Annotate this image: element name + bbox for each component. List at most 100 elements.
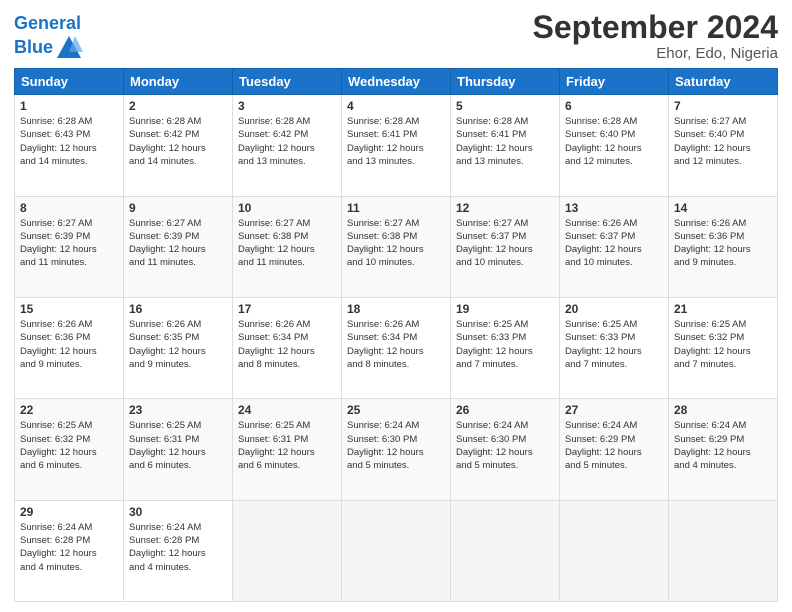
- cell-info: Sunrise: 6:24 AM Sunset: 6:30 PM Dayligh…: [347, 419, 445, 472]
- table-row: 22 Sunrise: 6:25 AM Sunset: 6:32 PM Dayl…: [15, 399, 124, 500]
- page-subtitle: Ehor, Edo, Nigeria: [533, 45, 778, 62]
- cell-info: Sunrise: 6:24 AM Sunset: 6:29 PM Dayligh…: [565, 419, 663, 472]
- table-row: 24 Sunrise: 6:25 AM Sunset: 6:31 PM Dayl…: [233, 399, 342, 500]
- cell-info: Sunrise: 6:24 AM Sunset: 6:28 PM Dayligh…: [20, 521, 118, 574]
- cell-info: Sunrise: 6:24 AM Sunset: 6:28 PM Dayligh…: [129, 521, 227, 574]
- cell-info: Sunrise: 6:27 AM Sunset: 6:38 PM Dayligh…: [347, 217, 445, 270]
- table-row: 17 Sunrise: 6:26 AM Sunset: 6:34 PM Dayl…: [233, 297, 342, 398]
- day-number: 9: [129, 201, 227, 215]
- table-row: 30 Sunrise: 6:24 AM Sunset: 6:28 PM Dayl…: [124, 500, 233, 601]
- day-number: 4: [347, 99, 445, 113]
- logo: General Blue: [14, 14, 83, 62]
- logo-icon: [55, 34, 83, 62]
- cell-info: Sunrise: 6:28 AM Sunset: 6:41 PM Dayligh…: [456, 115, 554, 168]
- table-row: 16 Sunrise: 6:26 AM Sunset: 6:35 PM Dayl…: [124, 297, 233, 398]
- table-row: 29 Sunrise: 6:24 AM Sunset: 6:28 PM Dayl…: [15, 500, 124, 601]
- table-row: 9 Sunrise: 6:27 AM Sunset: 6:39 PM Dayli…: [124, 196, 233, 297]
- cell-info: Sunrise: 6:25 AM Sunset: 6:32 PM Dayligh…: [20, 419, 118, 472]
- day-number: 23: [129, 403, 227, 417]
- cell-info: Sunrise: 6:28 AM Sunset: 6:40 PM Dayligh…: [565, 115, 663, 168]
- calendar-table: Sunday Monday Tuesday Wednesday Thursday…: [14, 68, 778, 602]
- table-row: 21 Sunrise: 6:25 AM Sunset: 6:32 PM Dayl…: [669, 297, 778, 398]
- day-number: 16: [129, 302, 227, 316]
- day-number: 27: [565, 403, 663, 417]
- table-row: 1 Sunrise: 6:28 AM Sunset: 6:43 PM Dayli…: [15, 95, 124, 196]
- cell-info: Sunrise: 6:27 AM Sunset: 6:39 PM Dayligh…: [129, 217, 227, 270]
- col-monday: Monday: [124, 69, 233, 95]
- table-row: 4 Sunrise: 6:28 AM Sunset: 6:41 PM Dayli…: [342, 95, 451, 196]
- day-number: 18: [347, 302, 445, 316]
- day-number: 11: [347, 201, 445, 215]
- calendar-header-row: Sunday Monday Tuesday Wednesday Thursday…: [15, 69, 778, 95]
- day-number: 21: [674, 302, 772, 316]
- cell-info: Sunrise: 6:25 AM Sunset: 6:32 PM Dayligh…: [674, 318, 772, 371]
- day-number: 28: [674, 403, 772, 417]
- logo-blue: Blue: [14, 38, 53, 58]
- day-number: 19: [456, 302, 554, 316]
- cell-info: Sunrise: 6:28 AM Sunset: 6:42 PM Dayligh…: [129, 115, 227, 168]
- cell-info: Sunrise: 6:26 AM Sunset: 6:36 PM Dayligh…: [674, 217, 772, 270]
- cell-info: Sunrise: 6:27 AM Sunset: 6:39 PM Dayligh…: [20, 217, 118, 270]
- table-row: [560, 500, 669, 601]
- day-number: 17: [238, 302, 336, 316]
- day-number: 5: [456, 99, 554, 113]
- cell-info: Sunrise: 6:25 AM Sunset: 6:31 PM Dayligh…: [238, 419, 336, 472]
- table-row: 26 Sunrise: 6:24 AM Sunset: 6:30 PM Dayl…: [451, 399, 560, 500]
- cell-info: Sunrise: 6:25 AM Sunset: 6:33 PM Dayligh…: [456, 318, 554, 371]
- day-number: 1: [20, 99, 118, 113]
- table-row: 18 Sunrise: 6:26 AM Sunset: 6:34 PM Dayl…: [342, 297, 451, 398]
- table-row: 3 Sunrise: 6:28 AM Sunset: 6:42 PM Dayli…: [233, 95, 342, 196]
- page: General Blue September 2024 Ehor, Edo, N…: [0, 0, 792, 612]
- cell-info: Sunrise: 6:27 AM Sunset: 6:38 PM Dayligh…: [238, 217, 336, 270]
- col-friday: Friday: [560, 69, 669, 95]
- table-row: 13 Sunrise: 6:26 AM Sunset: 6:37 PM Dayl…: [560, 196, 669, 297]
- table-row: 15 Sunrise: 6:26 AM Sunset: 6:36 PM Dayl…: [15, 297, 124, 398]
- table-row: 19 Sunrise: 6:25 AM Sunset: 6:33 PM Dayl…: [451, 297, 560, 398]
- cell-info: Sunrise: 6:24 AM Sunset: 6:30 PM Dayligh…: [456, 419, 554, 472]
- table-row: 6 Sunrise: 6:28 AM Sunset: 6:40 PM Dayli…: [560, 95, 669, 196]
- day-number: 22: [20, 403, 118, 417]
- cell-info: Sunrise: 6:26 AM Sunset: 6:35 PM Dayligh…: [129, 318, 227, 371]
- day-number: 30: [129, 505, 227, 519]
- cell-info: Sunrise: 6:28 AM Sunset: 6:43 PM Dayligh…: [20, 115, 118, 168]
- day-number: 8: [20, 201, 118, 215]
- day-number: 26: [456, 403, 554, 417]
- table-row: 14 Sunrise: 6:26 AM Sunset: 6:36 PM Dayl…: [669, 196, 778, 297]
- day-number: 25: [347, 403, 445, 417]
- table-row: [342, 500, 451, 601]
- cell-info: Sunrise: 6:26 AM Sunset: 6:34 PM Dayligh…: [238, 318, 336, 371]
- table-row: [233, 500, 342, 601]
- table-row: 7 Sunrise: 6:27 AM Sunset: 6:40 PM Dayli…: [669, 95, 778, 196]
- table-row: 23 Sunrise: 6:25 AM Sunset: 6:31 PM Dayl…: [124, 399, 233, 500]
- table-row: 8 Sunrise: 6:27 AM Sunset: 6:39 PM Dayli…: [15, 196, 124, 297]
- day-number: 12: [456, 201, 554, 215]
- table-row: 25 Sunrise: 6:24 AM Sunset: 6:30 PM Dayl…: [342, 399, 451, 500]
- title-block: September 2024 Ehor, Edo, Nigeria: [533, 10, 778, 62]
- cell-info: Sunrise: 6:28 AM Sunset: 6:41 PM Dayligh…: [347, 115, 445, 168]
- col-tuesday: Tuesday: [233, 69, 342, 95]
- table-row: 5 Sunrise: 6:28 AM Sunset: 6:41 PM Dayli…: [451, 95, 560, 196]
- col-sunday: Sunday: [15, 69, 124, 95]
- day-number: 2: [129, 99, 227, 113]
- day-number: 14: [674, 201, 772, 215]
- table-row: [451, 500, 560, 601]
- col-saturday: Saturday: [669, 69, 778, 95]
- day-number: 29: [20, 505, 118, 519]
- table-row: 10 Sunrise: 6:27 AM Sunset: 6:38 PM Dayl…: [233, 196, 342, 297]
- table-row: [669, 500, 778, 601]
- table-row: 2 Sunrise: 6:28 AM Sunset: 6:42 PM Dayli…: [124, 95, 233, 196]
- day-number: 3: [238, 99, 336, 113]
- cell-info: Sunrise: 6:27 AM Sunset: 6:37 PM Dayligh…: [456, 217, 554, 270]
- table-row: 20 Sunrise: 6:25 AM Sunset: 6:33 PM Dayl…: [560, 297, 669, 398]
- col-thursday: Thursday: [451, 69, 560, 95]
- cell-info: Sunrise: 6:28 AM Sunset: 6:42 PM Dayligh…: [238, 115, 336, 168]
- cell-info: Sunrise: 6:26 AM Sunset: 6:36 PM Dayligh…: [20, 318, 118, 371]
- table-row: 11 Sunrise: 6:27 AM Sunset: 6:38 PM Dayl…: [342, 196, 451, 297]
- day-number: 10: [238, 201, 336, 215]
- header: General Blue September 2024 Ehor, Edo, N…: [14, 10, 778, 62]
- day-number: 6: [565, 99, 663, 113]
- day-number: 7: [674, 99, 772, 113]
- cell-info: Sunrise: 6:25 AM Sunset: 6:31 PM Dayligh…: [129, 419, 227, 472]
- table-row: 28 Sunrise: 6:24 AM Sunset: 6:29 PM Dayl…: [669, 399, 778, 500]
- cell-info: Sunrise: 6:24 AM Sunset: 6:29 PM Dayligh…: [674, 419, 772, 472]
